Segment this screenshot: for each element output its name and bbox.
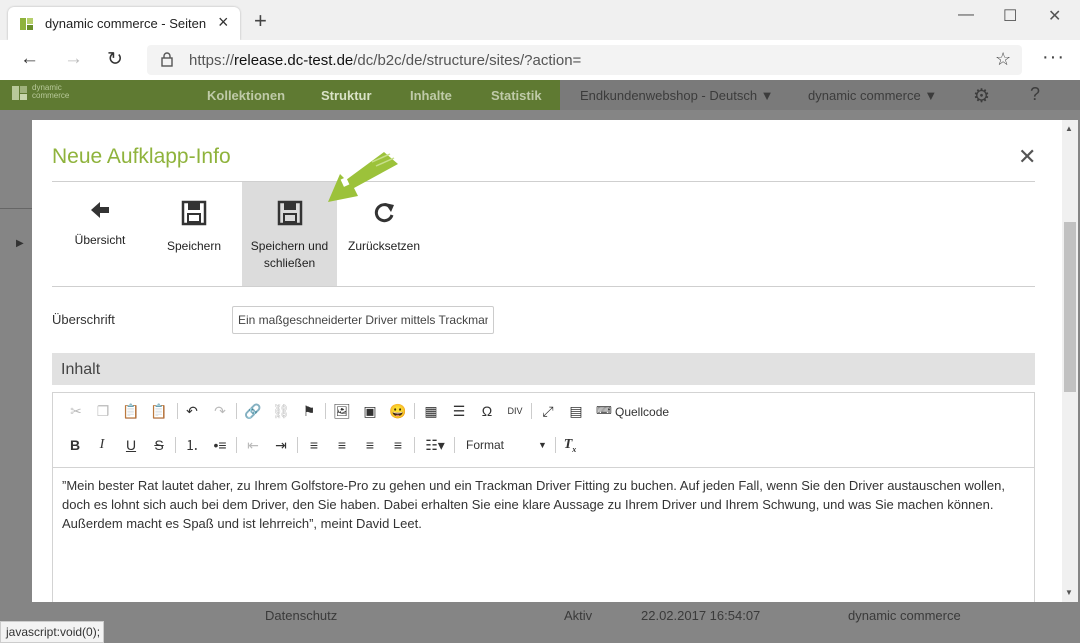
- modal-title: Neue Aufklapp-Info: [52, 145, 231, 168]
- shop-select[interactable]: Endkundenwebshop - Deutsch ▼: [580, 88, 774, 103]
- show-blocks-icon[interactable]: ▤: [566, 401, 586, 421]
- nav-kollektionen[interactable]: Kollektionen: [207, 88, 285, 103]
- scrollbar-thumb[interactable]: [1064, 222, 1076, 392]
- floppy-disk-icon: [277, 200, 302, 226]
- toolbar-separator: [531, 403, 532, 419]
- heading-label: Überschrift: [52, 312, 115, 327]
- scroll-down-icon[interactable]: ▼: [1065, 588, 1073, 597]
- modal-dialog: Neue Aufklapp-Info ✕ Übersicht Speichern…: [32, 120, 1062, 602]
- bullet-list-icon[interactable]: •≡: [210, 435, 230, 455]
- app-logo-icon: [12, 86, 27, 100]
- scroll-up-icon[interactable]: ▲: [1065, 124, 1073, 133]
- paste-text-icon[interactable]: 📋: [149, 401, 169, 421]
- format-dropdown[interactable]: Format ▼: [466, 438, 548, 456]
- paragraph-style-dropdown-icon[interactable]: ☷▾: [421, 435, 449, 455]
- toolbar-separator: [175, 437, 176, 453]
- arrow-left-icon: [91, 202, 109, 218]
- close-tab-icon[interactable]: ×: [218, 12, 229, 33]
- media-icon[interactable]: ▣: [360, 401, 380, 421]
- browser-tab[interactable]: dynamic commerce - Seiten ×: [8, 7, 240, 40]
- tab-title: dynamic commerce - Seiten: [45, 16, 207, 31]
- special-char-omega-icon[interactable]: Ω: [477, 401, 497, 421]
- floppy-disk-icon: [181, 200, 207, 226]
- content-section-title: Inhalt: [61, 361, 101, 378]
- reload-icon[interactable]: ↻: [107, 48, 123, 71]
- editor-content[interactable]: ”Mein bester Rat lautet daher, zu Ihrem …: [62, 476, 1027, 533]
- toolbar-separator: [454, 437, 455, 453]
- align-right-icon[interactable]: ≡: [360, 435, 380, 455]
- table-icon[interactable]: ▦: [421, 401, 441, 421]
- redo-icon[interactable]: ↷: [210, 401, 230, 421]
- maximize-editor-icon[interactable]: ⤢: [538, 401, 558, 421]
- toolbar-separator: [414, 437, 415, 453]
- favorite-star-icon[interactable]: ☆: [995, 49, 1011, 70]
- more-options-icon[interactable]: ···: [1042, 46, 1065, 69]
- save-button[interactable]: Speichern: [152, 182, 236, 286]
- source-code-icon[interactable]: ⌨: [594, 401, 614, 421]
- toolbar-divider: [52, 286, 1035, 287]
- nav-statistik[interactable]: Statistik: [491, 88, 542, 103]
- image-icon[interactable]: 🖼: [332, 401, 352, 421]
- company-select[interactable]: dynamic commerce ▼: [808, 88, 937, 103]
- toolbar-separator: [555, 437, 556, 453]
- background-bottom: [0, 620, 1080, 643]
- paste-icon[interactable]: 📋: [121, 401, 141, 421]
- settings-gear-icon[interactable]: ⚙: [973, 85, 990, 108]
- toolbar-separator: [297, 437, 298, 453]
- back-icon[interactable]: ←: [20, 48, 39, 70]
- horizontal-line-icon[interactable]: ☰: [449, 401, 469, 421]
- toolbar-separator: [236, 403, 237, 419]
- help-icon[interactable]: ?: [1030, 84, 1040, 105]
- link-icon[interactable]: 🔗: [243, 401, 263, 421]
- align-center-icon[interactable]: ≡: [332, 435, 352, 455]
- italic-icon[interactable]: I: [92, 435, 112, 455]
- toolbar-separator: [236, 437, 237, 453]
- url-text: https://release.dc-test.de/dc/b2c/de/str…: [189, 52, 582, 69]
- remove-format-icon[interactable]: Tx: [560, 435, 580, 455]
- align-justify-icon[interactable]: ≡: [388, 435, 408, 455]
- minimize-icon[interactable]: —: [958, 6, 974, 24]
- cut-icon[interactable]: ✂: [66, 401, 86, 421]
- close-window-icon[interactable]: ✕: [1048, 6, 1061, 26]
- indent-icon[interactable]: ⇥: [271, 435, 291, 455]
- undo-icon[interactable]: ↶: [182, 401, 202, 421]
- source-code-button[interactable]: Quellcode: [615, 405, 669, 419]
- outdent-icon[interactable]: ⇤: [243, 435, 263, 455]
- numbered-list-icon[interactable]: ⒈: [182, 435, 202, 455]
- app-logo-text: dynamic commerce: [32, 83, 70, 100]
- copy-icon[interactable]: ❐: [93, 401, 113, 421]
- anchor-flag-icon[interactable]: ⚑: [299, 401, 319, 421]
- toolbar-separator: [177, 403, 178, 419]
- bg-row-date: 22.02.2017 16:54:07: [641, 608, 761, 623]
- bg-row-status: Aktiv: [564, 608, 593, 623]
- div-container-icon[interactable]: DIV: [505, 401, 525, 421]
- align-left-icon[interactable]: ≡: [304, 435, 324, 455]
- bold-icon[interactable]: B: [65, 435, 85, 455]
- maximize-icon[interactable]: ☐: [1003, 6, 1017, 26]
- strikethrough-icon[interactable]: S: [149, 435, 169, 455]
- smiley-icon[interactable]: 😀: [388, 401, 408, 421]
- heading-input[interactable]: [232, 306, 494, 334]
- toolbar-separator: [414, 403, 415, 419]
- back-overview-button[interactable]: Übersicht: [60, 182, 140, 286]
- bg-row-owner: dynamic commerce: [848, 608, 961, 623]
- green-pointer-arrow-icon: [328, 152, 398, 202]
- unlink-icon[interactable]: ⛓: [271, 401, 291, 421]
- nav-inhalte[interactable]: Inhalte: [410, 88, 452, 103]
- nav-struktur[interactable]: Struktur: [321, 88, 372, 103]
- forward-icon[interactable]: →: [64, 48, 83, 70]
- site-favicon-icon: [20, 18, 33, 30]
- toolbar-separator: [325, 403, 326, 419]
- lock-icon: [161, 52, 173, 67]
- close-modal-icon[interactable]: ✕: [1018, 144, 1036, 170]
- bg-row-name: Datenschutz: [265, 608, 338, 623]
- content-section-header: [52, 353, 1035, 385]
- background-divider: [0, 208, 32, 209]
- new-tab-icon[interactable]: +: [254, 10, 267, 32]
- expand-arrow-icon[interactable]: ▶: [16, 238, 24, 249]
- browser-status-bar: javascript:void(0);: [0, 621, 104, 643]
- underline-icon[interactable]: U: [121, 435, 141, 455]
